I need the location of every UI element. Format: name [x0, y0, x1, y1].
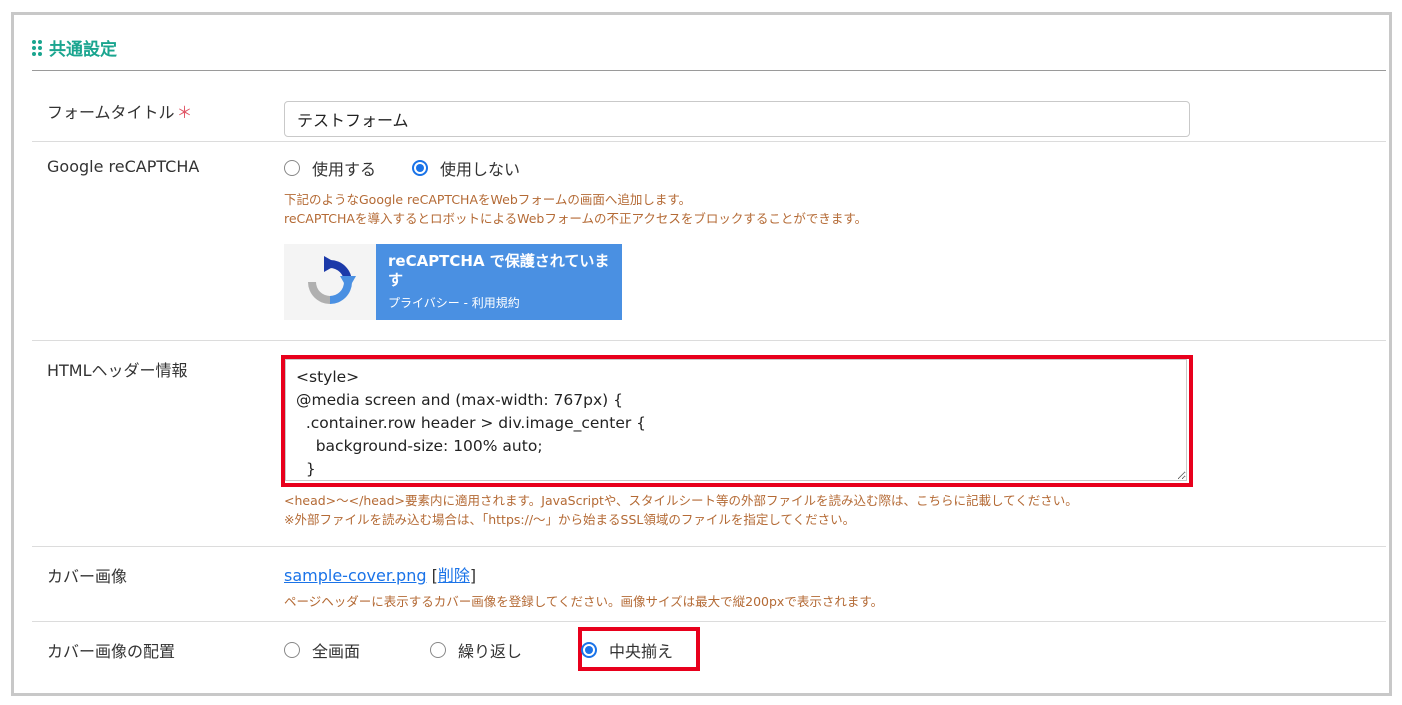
radio-recaptcha-use[interactable]: 使用する	[284, 156, 376, 180]
cover-file-link[interactable]: sample-cover.png	[284, 566, 427, 585]
recaptcha-badge-title: reCAPTCHA で保護されています	[388, 252, 610, 289]
grip-icon	[32, 39, 42, 56]
radio-recaptcha-not-use[interactable]: 使用しない	[412, 156, 520, 180]
radio-circle[interactable]	[284, 642, 300, 658]
required-mark: ＊	[176, 103, 193, 122]
cover-file-line: sample-cover.png [削除]	[284, 566, 477, 585]
cover-position-label: カバー画像の配置	[47, 642, 176, 661]
section-title: 共通設定	[49, 40, 117, 60]
recaptcha-radio-group: 使用する 使用しない	[284, 156, 867, 180]
radio-circle-checked[interactable]	[412, 160, 429, 176]
radio-fullscreen[interactable]: 全画面	[284, 638, 360, 662]
cover-image-label: カバー画像	[47, 567, 128, 586]
radio-repeat[interactable]: 繰り返し	[430, 638, 522, 662]
recaptcha-logo-icon	[284, 244, 376, 320]
settings-panel: 共通設定 フォームタイトル＊ Google reCAPTCHA 使用する 使用し…	[11, 12, 1392, 696]
recaptcha-help: 下記のようなGoogle reCAPTCHAをWebフォームの画面へ追加します。…	[284, 192, 868, 226]
row-cover-position: カバー画像の配置 全画面 繰り返し 中央揃え	[32, 622, 1386, 690]
cover-image-help: ページヘッダーに表示するカバー画像を登録してください。画像サイズは最大で縦200…	[284, 594, 884, 609]
form-title-label: フォームタイトル＊	[47, 103, 193, 122]
html-header-textarea[interactable]	[285, 359, 1187, 481]
row-html-header: HTMLヘッダー情報 <head>〜</head>要素内に適用されます。Java…	[32, 341, 1386, 547]
html-header-label: HTMLヘッダー情報	[47, 361, 188, 380]
delete-link[interactable]: 削除	[438, 566, 470, 585]
row-recaptcha: Google reCAPTCHA 使用する 使用しない 下記のようなGoogle…	[32, 142, 1386, 341]
html-header-help: <head>〜</head>要素内に適用されます。JavaScriptや、スタイ…	[284, 493, 1078, 527]
row-form-title: フォームタイトル＊	[32, 71, 1386, 142]
recaptcha-text-panel: reCAPTCHA で保護されています プライバシー - 利用規約	[376, 244, 622, 320]
radio-center[interactable]: 中央揃え	[581, 638, 673, 662]
recaptcha-badge: reCAPTCHA で保護されています プライバシー - 利用規約	[284, 244, 622, 320]
section-header: 共通設定	[32, 35, 117, 60]
radio-circle[interactable]	[430, 642, 447, 658]
cover-position-radio-group: 全画面 繰り返し 中央揃え	[284, 638, 673, 662]
row-cover-image: カバー画像 sample-cover.png [削除] ページヘッダーに表示する…	[32, 547, 1386, 622]
form-title-input[interactable]	[284, 101, 1190, 137]
radio-circle-checked[interactable]	[581, 642, 598, 658]
recaptcha-label: Google reCAPTCHA	[47, 157, 200, 176]
radio-circle[interactable]	[284, 160, 300, 176]
recaptcha-badge-links[interactable]: プライバシー - 利用規約	[388, 294, 610, 311]
